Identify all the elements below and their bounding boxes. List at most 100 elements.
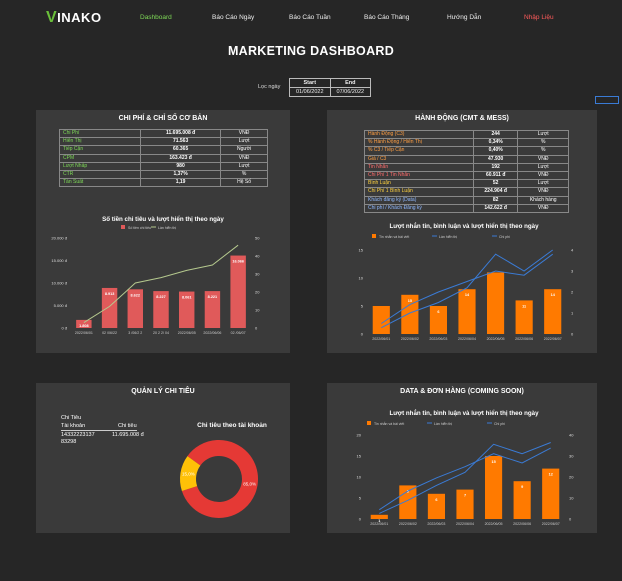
end-date-input[interactable]: 07/06/2022 (329, 87, 372, 97)
bar-value-label: 9 (521, 485, 523, 489)
y-left-tick: 10 (357, 475, 362, 480)
legend-swatch (121, 225, 125, 229)
y-right-tick: 30 (569, 454, 574, 459)
nav-data-entry[interactable]: Nhập Liệu (524, 14, 554, 21)
legend-swatch (372, 234, 376, 238)
start-date-input[interactable]: 01/06/2022 (289, 87, 331, 97)
bar-value-label: 15 (408, 299, 412, 303)
x-tick-label: 2022/06/07 (542, 522, 560, 526)
y-right-tick: 50 (255, 236, 260, 241)
y-right-tick: 40 (255, 254, 260, 259)
y-right-tick: 20 (255, 290, 260, 295)
chart-bar (485, 456, 503, 519)
x-tick-label: 2022/06/01 (370, 522, 388, 526)
legend-label: Chi phí (494, 422, 505, 426)
y-left-tick: 20 (357, 433, 362, 438)
x-tick-label: 2022/06/06 (513, 522, 531, 526)
donut-label: 85,0% (243, 481, 256, 486)
y-left-tick: 0 (361, 332, 364, 337)
panel-spend-management: QUẢN LÝ CHI TIÊU Chi Tiêu Tài khoản Chi … (36, 383, 290, 533)
bar-value-label: 15 (491, 460, 495, 464)
y-right-tick: 4 (571, 248, 574, 253)
x-tick-label: 2022/06/02 (401, 337, 419, 341)
selection-marker (595, 96, 619, 104)
donut-slice (181, 440, 258, 518)
y-right-tick: 0 (569, 517, 572, 522)
legend-label: Số tiền chi tiêu (128, 226, 151, 230)
start-label: Start (289, 78, 331, 88)
y-left-tick: 15 (357, 454, 362, 459)
bar-value-label: 8.061 (182, 296, 192, 300)
bar-value-label: 6 (435, 498, 437, 502)
chart-title: Chi tiêu theo tài khoản (197, 422, 267, 429)
brand-logo[interactable]: VINAKO (46, 9, 102, 27)
y-left-tick: 5 (361, 304, 364, 309)
panel-data-orders: DATA & ĐƠN HÀNG (COMING SOON) Lượt nhắn … (327, 383, 597, 533)
x-tick-label: 2022/06/05 (487, 337, 505, 341)
y-right-tick: 0 (571, 332, 574, 337)
panel-cost-metrics: CHI PHÍ & CHỈ SỐ CƠ BẢN Chi Phí 11.695.00… (36, 110, 290, 353)
x-tick-label: 2022/06/04 (456, 522, 474, 526)
bar-value-label: 6 (437, 310, 439, 314)
y-left-tick: 10 (359, 276, 364, 281)
y-right-tick: 20 (569, 475, 574, 480)
y-right-tick: 3 (571, 269, 574, 274)
nav-monthly-report[interactable]: Báo Cáo Tháng (364, 14, 409, 21)
chart-bar (230, 255, 246, 328)
x-tick-label: 2022/06/03 (429, 337, 447, 341)
y-right-tick: 30 (255, 272, 260, 277)
data-orders-chart: Lượt nhắn tin, bình luận và lượt hiển th… (357, 410, 575, 526)
chart-title: Lượt nhắn tin, bình luận và lượt hiển th… (389, 410, 539, 417)
y-right-tick: 40 (569, 433, 574, 438)
logo-text: INAKO (57, 10, 102, 25)
y-right-tick: 2 (571, 290, 574, 295)
legend-label: Chi phí (499, 235, 510, 239)
legend-label: Tin nhắn và bài viết (379, 234, 409, 239)
y-right-tick: 10 (569, 496, 574, 501)
page-title: MARKETING DASHBOARD (227, 44, 395, 58)
date-filter-label: Lọc ngày (258, 84, 281, 90)
y-left-tick: 10.000 đ (51, 281, 67, 286)
x-tick-label: 2022/06/03 (427, 522, 445, 526)
bar-value-label: 7 (464, 494, 466, 498)
bar-value-label: 8.221 (208, 295, 218, 299)
spend-impressions-chart: Số tiền chi tiêu và lượt hiển thị theo n… (51, 216, 260, 335)
donut-label: 15,0% (182, 472, 195, 477)
bar-value-label: 8.227 (156, 295, 166, 299)
x-tick-label: 2022/06/06 (203, 331, 221, 335)
legend-label: Lần hiển thị (439, 235, 457, 239)
bar-value-label: 11 (522, 304, 526, 308)
messages-comments-chart: Lượt nhắn tin, bình luận và lượt hiển th… (359, 223, 574, 341)
x-tick-label: 2022/06/02 (399, 522, 417, 526)
bar-value-label: 8.913 (105, 292, 115, 296)
bar-value-label: 12 (549, 473, 553, 477)
chart-bar (487, 272, 505, 334)
y-left-tick: 15 (359, 248, 364, 253)
bar-value-label: 8.622 (131, 293, 141, 297)
x-tick-label: 2022/06/07 (544, 337, 562, 341)
nav-weekly-report[interactable]: Báo Cáo Tuần (289, 14, 331, 21)
top-navigation-bar: VINAKO Dashboard Báo Cáo Ngày Báo Cáo Tu… (0, 0, 622, 36)
x-tick-label: 02 /06/07 (231, 331, 246, 335)
bar-value-label: 1.808 (79, 324, 89, 328)
logo-mark: V (46, 9, 58, 26)
x-tick-label: 2022/06/05 (485, 522, 503, 526)
x-tick-label: 20 2 2/ 04 (153, 331, 169, 335)
legend-swatch (367, 421, 371, 425)
panel-action-metrics: HÀNH ĐỘNG (CMT & MESS) Hành Động (C3) 244… (327, 110, 597, 353)
nav-dashboard[interactable]: Dashboard (140, 14, 172, 21)
bar-value-label: 16.066 (232, 260, 244, 264)
y-left-tick: 5.000 đ (54, 303, 68, 308)
end-label: End (329, 78, 372, 88)
x-tick-label: 02 /06/22 (102, 331, 117, 335)
x-tick-label: 2022/06/01 (372, 337, 390, 341)
legend-label: Lần hiển thị (158, 226, 176, 230)
nav-daily-report[interactable]: Báo Cáo Ngày (212, 14, 254, 21)
chart-title: Lượt nhắn tin, bình luận và lượt hiển th… (389, 223, 539, 230)
y-right-tick: 1 (571, 311, 574, 316)
nav-guide[interactable]: Hướng Dẫn (447, 14, 481, 21)
date-filter: Start End 01/06/2022 07/06/2022 (289, 78, 372, 97)
x-tick-label: 2022/06/04 (458, 337, 476, 341)
spend-by-account-donut: Chi tiêu theo tài khoản 85,0% 15,0% (180, 422, 267, 518)
x-tick-label: 2022/06/05 (178, 331, 196, 335)
